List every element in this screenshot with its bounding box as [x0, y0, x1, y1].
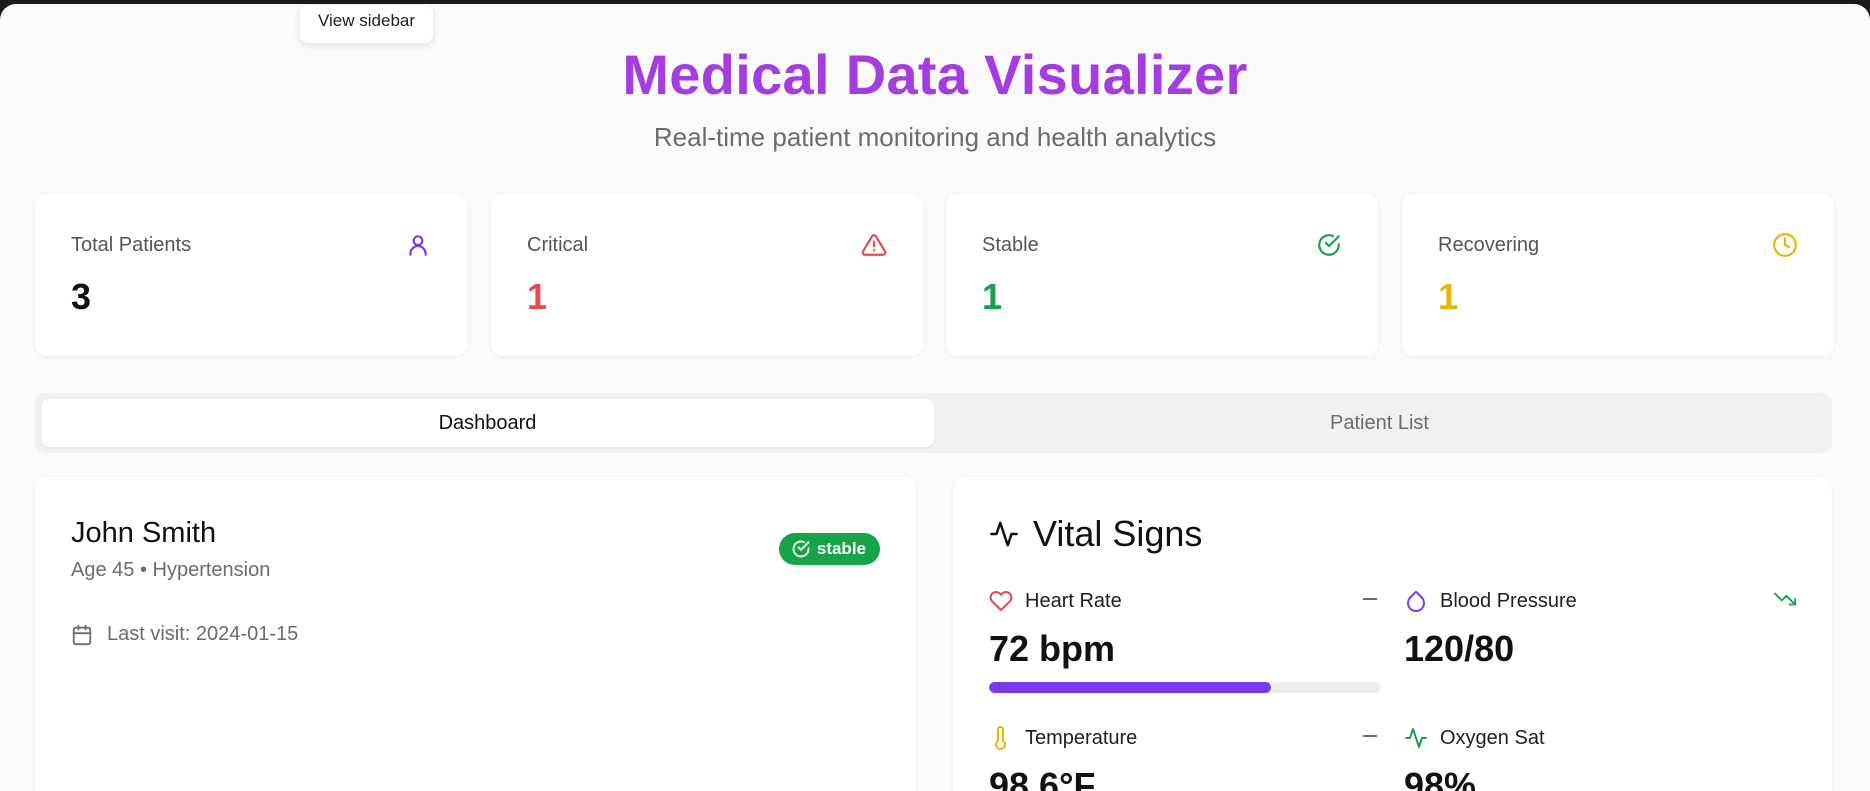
- vital-reading: 98%: [1404, 765, 1477, 791]
- minus-icon: [1362, 598, 1378, 600]
- heart-rate-progress-bar: [989, 682, 1381, 693]
- thermometer-icon: [995, 726, 1006, 750]
- stat-value: 1: [527, 276, 548, 317]
- vital-label: Oxygen Sat: [1440, 726, 1545, 749]
- vital-heart-rate: Heart Rate 72 bpm: [989, 588, 1381, 693]
- tab-bar: Dashboard Patient List: [35, 393, 1832, 453]
- activity-icon: [1405, 728, 1427, 748]
- tab-dashboard[interactable]: Dashboard: [41, 399, 934, 447]
- stat-value: 3: [71, 276, 92, 317]
- vital-temperature: Temperature 98.6°F: [989, 725, 1381, 791]
- droplet-icon: [1407, 590, 1425, 613]
- vital-signs-title: Vital Signs: [1033, 513, 1203, 554]
- status-badge-label: stable: [816, 539, 866, 558]
- vital-signs-card: Vital Signs Heart Rate 72 bpm Blood Pres…: [953, 477, 1832, 791]
- stat-value: 1: [1438, 276, 1459, 317]
- stat-value: 1: [982, 276, 1003, 317]
- activity-icon: [990, 521, 1018, 547]
- patient-meta: Age 45 • Hypertension: [71, 559, 271, 581]
- clock-icon: [1773, 233, 1797, 257]
- stat-card-critical: Critical 1: [491, 194, 923, 356]
- user-icon: [409, 235, 427, 256]
- vital-blood-pressure: Blood Pressure 120/80: [1404, 588, 1796, 669]
- app-window: View sidebar Medical Data Visualizer Rea…: [0, 4, 1870, 791]
- minus-icon: [1362, 735, 1378, 737]
- trending-down-icon: [1774, 592, 1796, 606]
- patient-card[interactable]: John Smith Age 45 • Hypertension stable …: [35, 477, 916, 791]
- vital-reading: 120/80: [1404, 628, 1515, 669]
- heart-icon: [989, 591, 1013, 611]
- stat-label: Stable: [982, 234, 1039, 256]
- last-visit: Last visit: 2024-01-15: [71, 623, 298, 646]
- last-visit-text: Last visit: 2024-01-15: [107, 623, 299, 645]
- progress-fill: [989, 682, 1272, 693]
- tab-patient-list[interactable]: Patient List: [933, 399, 1826, 447]
- calendar-icon: [72, 624, 92, 645]
- view-sidebar-tooltip: View sidebar: [300, 5, 434, 43]
- status-badge: stable: [778, 533, 880, 565]
- vital-label: Blood Pressure: [1440, 589, 1577, 612]
- vital-reading: 72 bpm: [989, 628, 1116, 669]
- check-circle-icon: [1318, 234, 1340, 256]
- check-circle-icon: [792, 540, 810, 558]
- stat-card-stable: Stable 1: [946, 194, 1378, 356]
- vital-oxygen-sat: Oxygen Sat 98%: [1404, 725, 1796, 791]
- vital-label: Heart Rate: [1025, 589, 1122, 612]
- vital-label: Temperature: [1025, 726, 1138, 749]
- page-subtitle: Real-time patient monitoring and health …: [653, 122, 1217, 152]
- stat-label: Total Patients: [71, 234, 192, 256]
- stat-card-recovering: Recovering 1: [1402, 194, 1834, 356]
- vital-signs-header: Vital Signs: [989, 513, 1202, 555]
- alert-triangle-icon: [861, 234, 887, 256]
- stat-label: Recovering: [1438, 234, 1540, 256]
- page-title: Medical Data Visualizer: [622, 43, 1248, 106]
- patient-name: John Smith: [71, 517, 217, 549]
- stat-card-total-patients: Total Patients 3: [35, 194, 467, 356]
- stat-label: Critical: [527, 234, 589, 256]
- vital-reading: 98.6°F: [989, 765, 1096, 791]
